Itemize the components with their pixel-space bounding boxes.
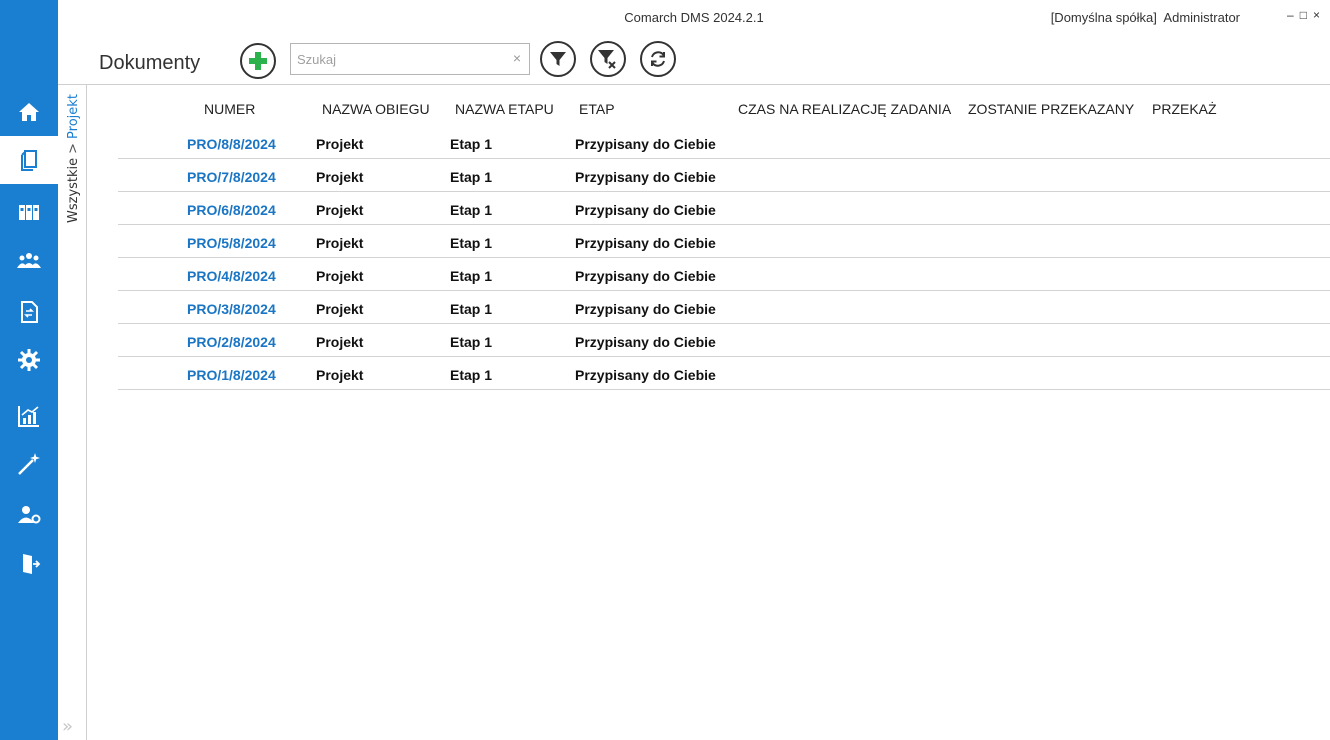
cell-nazwa-etapu: Etap 1	[450, 268, 493, 284]
cell-nazwa-etapu: Etap 1	[450, 136, 493, 152]
column-header-zostanie-przekazany[interactable]: ZOSTANIE PRZEKAZANY	[968, 101, 1134, 117]
cell-etap: Przypisany do Ciebie	[575, 334, 716, 350]
wizard-icon	[18, 453, 40, 475]
nav-binders[interactable]	[0, 188, 58, 236]
cell-nazwa-obiegu: Projekt	[316, 235, 364, 251]
cell-etap: Przypisany do Ciebie	[575, 268, 716, 284]
close-button[interactable]: ×	[1313, 8, 1320, 22]
cell-etap: Przypisany do Ciebie	[575, 202, 716, 218]
cell-numer[interactable]: PRO/5/8/2024	[187, 235, 276, 251]
search-box: ×	[290, 43, 530, 75]
top-bar: Comarch DMS 2024.2.1 [Domyślna spółka] A…	[58, 0, 1330, 85]
cell-numer[interactable]: PRO/4/8/2024	[187, 268, 276, 284]
breadcrumb-separator: >	[66, 142, 81, 154]
binders-icon	[19, 205, 39, 220]
cell-numer[interactable]: PRO/3/8/2024	[187, 301, 276, 317]
settings-icon	[18, 349, 40, 371]
company-selector[interactable]: [Domyślna spółka] Administrator	[1051, 10, 1240, 25]
add-document-button[interactable]	[240, 43, 276, 79]
breadcrumb-all[interactable]: Wszystkie	[66, 158, 81, 223]
cell-nazwa-etapu: Etap 1	[450, 334, 493, 350]
refresh-button[interactable]	[640, 41, 676, 77]
admin-icon	[18, 506, 41, 524]
nav-reports[interactable]	[0, 392, 58, 440]
user-name: Administrator	[1163, 10, 1240, 25]
column-header-czas-realizacji[interactable]: CZAS NA REALIZACJĘ ZADANIA	[738, 101, 951, 117]
cell-numer[interactable]: PRO/7/8/2024	[187, 169, 276, 185]
cell-nazwa-etapu: Etap 1	[450, 235, 493, 251]
cell-nazwa-obiegu: Projekt	[316, 301, 364, 317]
cell-etap: Przypisany do Ciebie	[575, 136, 716, 152]
cell-numer[interactable]: PRO/2/8/2024	[187, 334, 276, 350]
documents-icon	[21, 150, 37, 171]
maximize-button[interactable]: □	[1300, 8, 1307, 22]
column-header-nazwa-etapu[interactable]: NAZWA ETAPU	[455, 101, 554, 117]
nav-wizard[interactable]	[0, 440, 58, 488]
window-controls: – □ ×	[1287, 8, 1320, 22]
nav-users[interactable]	[0, 236, 58, 284]
table-row[interactable]: PRO/2/8/2024 Projekt Etap 1 Przypisany d…	[118, 324, 1330, 357]
nav-documents[interactable]	[0, 136, 58, 184]
nav-settings[interactable]	[0, 336, 58, 384]
column-header-etap[interactable]: ETAP	[579, 101, 615, 117]
cell-numer[interactable]: PRO/6/8/2024	[187, 202, 276, 218]
left-navigation	[0, 0, 58, 740]
company-name: [Domyślna spółka]	[1050, 10, 1157, 25]
table-row[interactable]: PRO/5/8/2024 Projekt Etap 1 Przypisany d…	[118, 225, 1330, 258]
table-row[interactable]: PRO/7/8/2024 Projekt Etap 1 Przypisany d…	[118, 159, 1330, 192]
home-icon	[19, 103, 39, 121]
table-header: NUMER NAZWA OBIEGU NAZWA ETAPU ETAP CZAS…	[118, 92, 1330, 126]
cell-numer[interactable]: PRO/1/8/2024	[187, 367, 276, 383]
clear-filter-icon	[598, 50, 616, 69]
page-title: Dokumenty	[99, 52, 201, 74]
clear-search-icon[interactable]: ×	[513, 50, 521, 66]
cell-nazwa-etapu: Etap 1	[450, 202, 493, 218]
clear-filter-button[interactable]	[590, 41, 626, 77]
cell-nazwa-obiegu: Projekt	[316, 268, 364, 284]
filter-button[interactable]	[540, 41, 576, 77]
reports-icon	[18, 406, 39, 427]
breadcrumb-current[interactable]: Projekt	[66, 94, 81, 139]
nav-admin[interactable]	[0, 490, 58, 538]
minimize-button[interactable]: –	[1287, 8, 1294, 22]
cell-nazwa-etapu: Etap 1	[450, 169, 493, 185]
document-flow-icon	[21, 301, 38, 323]
column-header-nazwa-obiegu[interactable]: NAZWA OBIEGU	[322, 101, 430, 117]
breadcrumb: Wszystkie > Projekt	[66, 94, 81, 223]
cell-etap: Przypisany do Ciebie	[575, 301, 716, 317]
table-row[interactable]: PRO/1/8/2024 Projekt Etap 1 Przypisany d…	[118, 357, 1330, 390]
cell-etap: Przypisany do Ciebie	[575, 235, 716, 251]
cell-nazwa-etapu: Etap 1	[450, 301, 493, 317]
cell-nazwa-obiegu: Projekt	[316, 334, 364, 350]
cell-nazwa-obiegu: Projekt	[316, 367, 364, 383]
cell-nazwa-obiegu: Projekt	[316, 136, 364, 152]
cell-etap: Przypisany do Ciebie	[575, 169, 716, 185]
logout-icon	[23, 554, 41, 574]
table-row[interactable]: PRO/3/8/2024 Projekt Etap 1 Przypisany d…	[118, 291, 1330, 324]
refresh-icon	[651, 51, 665, 67]
nav-home[interactable]	[0, 88, 58, 136]
filter-icon	[550, 52, 566, 66]
search-input[interactable]	[291, 44, 501, 74]
expand-panel-button[interactable]: »	[62, 716, 73, 737]
table-row[interactable]: PRO/8/8/2024 Projekt Etap 1 Przypisany d…	[118, 126, 1330, 159]
cell-nazwa-obiegu: Projekt	[316, 169, 364, 185]
nav-document-flow[interactable]	[0, 288, 58, 336]
nav-logout[interactable]	[0, 540, 58, 588]
column-header-przekaz[interactable]: PRZEKAŻ	[1152, 101, 1217, 117]
table-row[interactable]: PRO/6/8/2024 Projekt Etap 1 Przypisany d…	[118, 192, 1330, 225]
cell-etap: Przypisany do Ciebie	[575, 367, 716, 383]
cell-nazwa-obiegu: Projekt	[316, 202, 364, 218]
documents-table: NUMER NAZWA OBIEGU NAZWA ETAPU ETAP CZAS…	[118, 92, 1330, 390]
users-icon	[17, 253, 41, 268]
table-row[interactable]: PRO/4/8/2024 Projekt Etap 1 Przypisany d…	[118, 258, 1330, 291]
cell-nazwa-etapu: Etap 1	[450, 367, 493, 383]
plus-icon	[249, 52, 267, 70]
cell-numer[interactable]: PRO/8/8/2024	[187, 136, 276, 152]
column-header-numer[interactable]: NUMER	[204, 101, 255, 117]
